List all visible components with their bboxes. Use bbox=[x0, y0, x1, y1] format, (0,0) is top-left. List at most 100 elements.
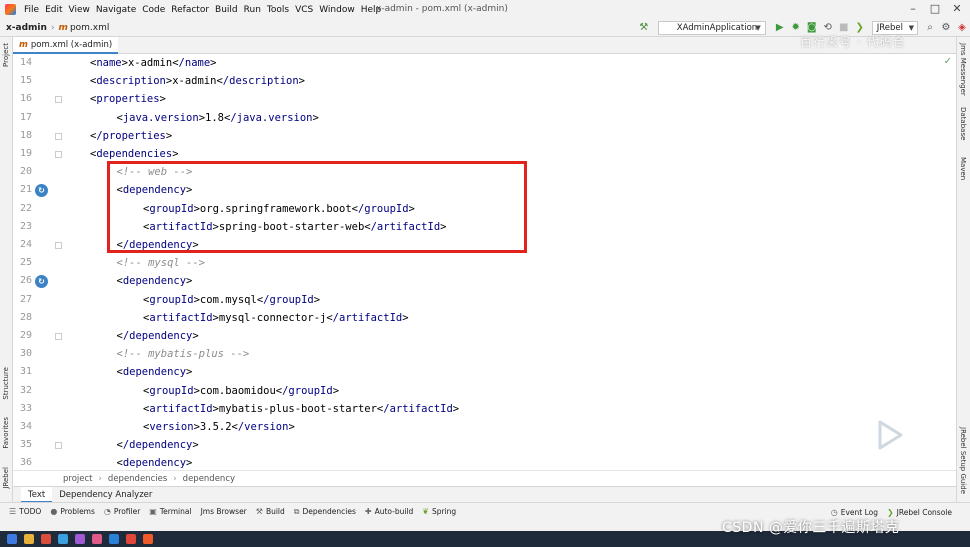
run-icon[interactable]: ▶ bbox=[772, 20, 788, 36]
file-explorer-icon[interactable] bbox=[24, 534, 34, 544]
code-line[interactable]: <java.version>1.8</java.version> bbox=[117, 109, 319, 127]
build-tool-button[interactable]: ⚒ Build bbox=[256, 507, 285, 516]
todo-tool-button[interactable]: ☰ TODO bbox=[9, 507, 41, 516]
profiler-tool-button[interactable]: ◔ Profiler bbox=[104, 507, 140, 516]
spring-label: Spring bbox=[431, 507, 457, 516]
jms-messenger-tool-button[interactable]: Jms Messenger bbox=[959, 43, 967, 96]
line-number: 14 bbox=[19, 57, 32, 68]
fold-marker-icon[interactable] bbox=[55, 333, 62, 340]
code-line[interactable]: <!-- mybatis-plus --> bbox=[117, 345, 250, 363]
menu-window[interactable]: Window bbox=[316, 5, 358, 15]
line-gutter[interactable]: 14 15 16 17 18 19 20 21 ↻ 22 23 24 25 26 ↻ 27 28 29 30 31 32… bbox=[13, 54, 67, 470]
windows-start-icon[interactable] bbox=[7, 534, 17, 544]
auto-build-icon: ✚ bbox=[364, 507, 372, 516]
auto-build-tool-button[interactable]: ✚ Auto-build bbox=[365, 507, 413, 516]
maven-dependency-gutter-icon[interactable]: ↻ bbox=[35, 274, 48, 288]
favorites-tool-button[interactable]: Favorites bbox=[2, 417, 10, 449]
tab-text[interactable]: Text bbox=[21, 486, 53, 503]
app-icon[interactable] bbox=[92, 534, 102, 544]
menu-edit[interactable]: Edit bbox=[42, 5, 65, 15]
ide-logo-icon[interactable]: ◈ bbox=[954, 20, 970, 36]
nav-project[interactable]: x-admin bbox=[6, 23, 47, 33]
app-icon[interactable] bbox=[75, 534, 85, 544]
menu-vcs[interactable]: VCS bbox=[292, 5, 316, 15]
fold-marker-icon[interactable] bbox=[55, 151, 62, 158]
project-tool-button[interactable]: Project bbox=[2, 43, 10, 67]
maven-dependency-gutter-icon[interactable]: ↻ bbox=[35, 183, 48, 197]
breadcrumb-dependency[interactable]: dependency bbox=[183, 474, 235, 484]
code-line[interactable]: <version>3.5.2</version> bbox=[143, 418, 295, 436]
chrome-icon[interactable] bbox=[41, 534, 51, 544]
terminal-tool-button[interactable]: ▣ Terminal bbox=[149, 507, 191, 516]
structure-tool-button[interactable]: Structure bbox=[2, 367, 10, 400]
fold-marker-icon[interactable] bbox=[55, 96, 62, 104]
code-line[interactable]: </properties> bbox=[90, 127, 172, 145]
open-tag: <name> bbox=[90, 57, 128, 69]
nav-file[interactable]: pom.xml bbox=[70, 23, 109, 33]
maven-tool-button[interactable]: Maven bbox=[959, 157, 967, 180]
jrebel-console-tool-button[interactable]: ❯ JRebel Console bbox=[887, 508, 952, 517]
minimize-icon[interactable]: – bbox=[906, 2, 920, 16]
hammer-build-icon[interactable]: ⚒ bbox=[636, 20, 652, 36]
run-configuration-select[interactable]: XAdminApplication ▼ bbox=[657, 21, 766, 35]
code-line[interactable]: <name>x-admin</name> bbox=[90, 54, 216, 72]
code-line[interactable]: <artifactId>mysql-connector-j</artifactI… bbox=[143, 309, 409, 327]
angle-bracket: > bbox=[312, 111, 319, 124]
code-line[interactable]: <groupId>com.mysql</groupId> bbox=[143, 291, 320, 309]
breadcrumb-dependencies[interactable]: dependencies bbox=[108, 474, 167, 484]
code-line[interactable]: </dependency> bbox=[117, 436, 199, 454]
inspection-ok-icon[interactable]: ✓ bbox=[944, 56, 952, 67]
app-icon[interactable] bbox=[58, 534, 68, 544]
jrebel-tool-button[interactable]: JRebel bbox=[2, 467, 10, 489]
tab-dependency-analyzer[interactable]: Dependency Analyzer bbox=[52, 487, 159, 503]
tag-name: artifactId bbox=[149, 402, 213, 415]
event-log-tool-button[interactable]: ◷ Event Log bbox=[831, 508, 878, 517]
menu-build[interactable]: Build bbox=[212, 5, 241, 15]
menu-refactor[interactable]: Refactor bbox=[168, 5, 212, 15]
jrebel-setup-guide-button[interactable]: JRebel Setup Guide bbox=[959, 427, 967, 494]
settings-gear-icon[interactable]: ⚙ bbox=[938, 20, 954, 36]
tag-value: 1.8 bbox=[205, 111, 224, 124]
code-line[interactable]: <dependency> bbox=[117, 363, 193, 381]
editor-tab-pom[interactable]: m pom.xml (x-admin) bbox=[13, 37, 119, 54]
menu-code[interactable]: Code bbox=[139, 5, 168, 15]
line-number: 29 bbox=[19, 330, 32, 341]
code-line[interactable]: <groupId>com.baomidou</groupId> bbox=[143, 382, 339, 400]
menu-tools[interactable]: Tools bbox=[264, 5, 292, 15]
code-line[interactable]: <dependency> bbox=[117, 272, 193, 290]
app-icon[interactable] bbox=[126, 534, 136, 544]
menu-view[interactable]: View bbox=[66, 5, 93, 15]
code-line[interactable]: <!-- mysql --> bbox=[117, 254, 206, 272]
line-number: 19 bbox=[19, 148, 32, 159]
spring-tool-button[interactable]: ❦ Spring bbox=[422, 507, 456, 516]
code-line[interactable]: <properties> bbox=[90, 90, 166, 108]
menu-run[interactable]: Run bbox=[241, 5, 264, 15]
intellij-task-icon[interactable] bbox=[143, 534, 153, 544]
close-tag: </description> bbox=[216, 75, 305, 87]
angle-bracket: > bbox=[186, 366, 193, 379]
menu-navigate[interactable]: Navigate bbox=[93, 5, 139, 15]
code-line[interactable]: <dependency> bbox=[117, 454, 193, 470]
database-tool-button[interactable]: Database bbox=[959, 107, 967, 140]
close-tag: </version> bbox=[232, 421, 295, 433]
highlight-annotation-box bbox=[107, 161, 527, 253]
maximize-icon[interactable]: □ bbox=[928, 2, 942, 16]
problems-tool-button[interactable]: ● Problems bbox=[50, 507, 95, 516]
code-line[interactable]: <artifactId>mybatis-plus-boot-starter</a… bbox=[143, 400, 459, 418]
menu-file[interactable]: File bbox=[21, 5, 42, 15]
close-tag: </groupId> bbox=[257, 294, 320, 306]
open-tag: <properties> bbox=[90, 93, 166, 105]
code-line[interactable]: </dependency> bbox=[117, 327, 199, 345]
fold-marker-icon[interactable] bbox=[55, 242, 62, 249]
breadcrumb-project[interactable]: project bbox=[63, 474, 93, 484]
vscode-icon[interactable] bbox=[109, 534, 119, 544]
jms-browser-tool-button[interactable]: Jms Browser bbox=[201, 507, 247, 516]
fold-marker-icon[interactable] bbox=[55, 132, 62, 140]
fold-marker-icon[interactable] bbox=[55, 442, 62, 450]
tag-name: /description bbox=[222, 75, 299, 88]
code-line[interactable]: <description>x-admin</description> bbox=[90, 72, 305, 90]
dependencies-tool-button[interactable]: ⧉ Dependencies bbox=[294, 507, 356, 517]
code-editor[interactable]: 14 15 16 17 18 19 20 21 ↻ 22 23 24 25 26 ↻ 27 28 29 30 31 32… bbox=[13, 54, 956, 470]
close-icon[interactable]: ✕ bbox=[950, 2, 964, 16]
search-icon[interactable]: ⌕ bbox=[922, 20, 938, 36]
